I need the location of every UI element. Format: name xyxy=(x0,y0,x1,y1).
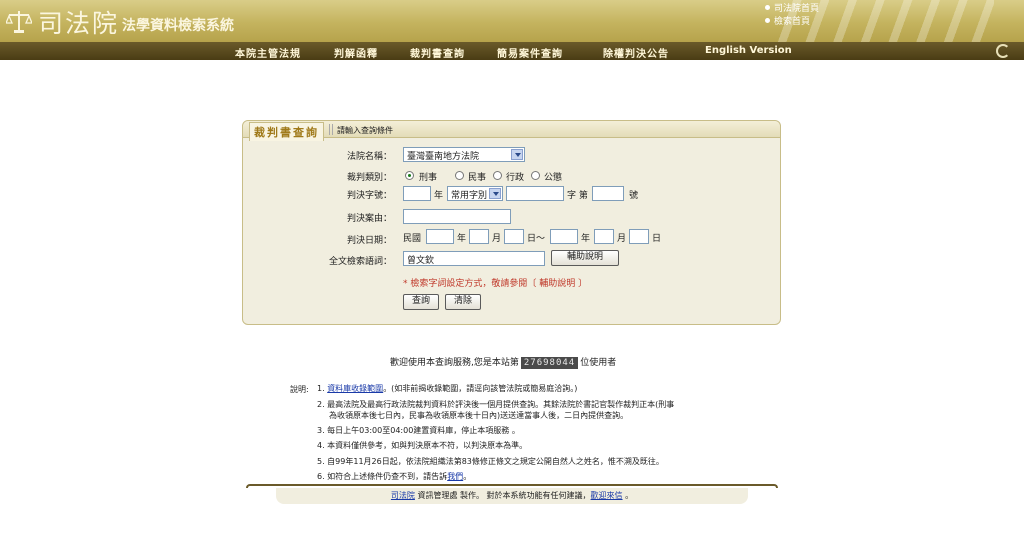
date-to-year-unit: 年 xyxy=(581,234,591,244)
category-discipline-label: 公懲 xyxy=(544,173,563,183)
panel-title: 請輸入查詢條件 xyxy=(337,126,393,135)
number-year-input[interactable] xyxy=(403,186,431,201)
category-label: 裁判類別： xyxy=(346,173,392,183)
main-nav: 本院主管法規 判解函釋 裁判書查詢 簡易案件查詢 除權判決公告 English … xyxy=(0,42,1024,60)
search-hint: * 檢索字詞設定方式，敬請參閱〔 輔助說明 〕 xyxy=(403,279,588,289)
number-word-unit: 字 第 xyxy=(567,191,588,201)
date-era: 民國 xyxy=(403,234,422,244)
date-to-year-input[interactable] xyxy=(550,229,578,244)
category-criminal-label: 刑事 xyxy=(419,173,438,183)
note-4: 4. 本資料僅供參考，如與判決原本不符，以判決原本為準。 xyxy=(317,441,528,450)
date-to-month-unit: 月 xyxy=(617,234,627,244)
counter-value: 27698044 xyxy=(520,357,579,369)
clear-button[interactable]: 清除 xyxy=(445,294,481,310)
category-radio-discipline[interactable] xyxy=(531,171,540,180)
reason-input[interactable] xyxy=(403,209,511,224)
logo-title: 司法院 xyxy=(38,9,120,38)
search-home-link[interactable]: 檢索首頁 xyxy=(765,16,819,29)
court-select[interactable]: 臺灣臺南地方法院 xyxy=(403,147,525,162)
contact-us-link[interactable]: 我們 xyxy=(447,472,463,481)
nav-item-judgment-search[interactable]: 裁判書查詢 xyxy=(410,45,465,60)
date-to-month-input[interactable] xyxy=(594,229,614,244)
date-label: 判決日期： xyxy=(346,236,392,246)
judicial-yuan-link[interactable]: 司法院 xyxy=(391,491,415,500)
date-from-year-input[interactable] xyxy=(426,229,454,244)
date-to-day-input[interactable] xyxy=(629,229,649,244)
nav-item-interpretations[interactable]: 判解函釋 xyxy=(334,45,378,60)
category-admin-label: 行政 xyxy=(506,173,525,183)
page: 司法院 法學資料檢索系統 司法院首頁 檢索首頁 本院主管法規 判解函釋 裁判書查… xyxy=(0,0,1024,542)
coverage-link[interactable]: 資料庫收錄範圍 xyxy=(327,384,383,393)
feedback-link[interactable]: 歡迎來信 xyxy=(591,491,623,500)
date-from-month-input[interactable] xyxy=(469,229,489,244)
date-from-year-unit: 年 xyxy=(457,234,467,244)
g-logo-icon xyxy=(996,44,1010,58)
date-from-day-input[interactable] xyxy=(504,229,524,244)
fulltext-label: 全文檢索語詞： xyxy=(328,257,392,267)
search-panel: 裁判書查詢 請輸入查詢條件 法院名稱： 臺灣臺南地方法院 裁判類別： 刑事 民事… xyxy=(242,120,781,325)
date-range-separator: 日～ xyxy=(527,234,546,244)
word-type-select[interactable]: 常用字別 xyxy=(447,186,503,201)
date-from-month-unit: 月 xyxy=(492,234,502,244)
category-radio-civil[interactable] xyxy=(455,171,464,180)
date-to-day-unit: 日 xyxy=(652,234,662,244)
nav-item-regulations[interactable]: 本院主管法規 xyxy=(235,45,301,60)
category-radio-criminal[interactable] xyxy=(405,171,414,180)
chevron-down-icon xyxy=(489,188,501,199)
logo-subtitle: 法學資料檢索系統 xyxy=(122,18,234,34)
number-no-input[interactable] xyxy=(592,186,624,201)
top-links: 司法院首頁 檢索首頁 xyxy=(765,3,819,29)
category-radio-admin[interactable] xyxy=(493,171,502,180)
panel-tab-judgment-search[interactable]: 裁判書查詢 xyxy=(249,122,324,141)
chevron-down-icon xyxy=(511,149,523,160)
number-no-unit: 號 xyxy=(629,191,639,201)
number-label: 判決字號： xyxy=(346,191,392,201)
note-3: 3. 每日上午03:00至04:00建置資料庫，停止本項服務 。 xyxy=(317,426,520,435)
note-6: 6. 如符合上述條件仍查不到，請告訴我們。 xyxy=(317,472,472,481)
fulltext-input[interactable]: 曾文欽 xyxy=(403,251,545,266)
note-1: 1. 資料庫收錄範圍。(如非前揭收錄範圍，請逕向該管法院或簡易庭洽詢。) xyxy=(317,384,578,393)
visitor-counter: 歡迎使用本查詢服務,您是本站第 27698044 位使用者 xyxy=(390,357,617,369)
reason-label: 判決案由： xyxy=(346,214,392,224)
court-label: 法院名稱： xyxy=(346,152,392,162)
note-5: 5. 自99年11月26日起，依法院組織法第83條修正條文之規定公開自然人之姓名… xyxy=(317,457,664,466)
bullet-icon xyxy=(765,18,770,23)
judicial-home-link[interactable]: 司法院首頁 xyxy=(765,3,819,16)
category-civil-label: 民事 xyxy=(468,173,487,183)
panel-header: 裁判書查詢 請輸入查詢條件 xyxy=(243,121,780,141)
footer-text: 司法院 資訊管理處 製作。 對於本系統功能有任何建議，歡迎來信 。 xyxy=(390,491,634,500)
nav-item-announcements[interactable]: 除權判決公告 xyxy=(603,45,669,60)
header-banner: 司法院 法學資料檢索系統 司法院首頁 檢索首頁 xyxy=(0,0,1024,42)
bullet-icon xyxy=(765,5,770,10)
note-2-line-2: 為收領原本後七日內，民事為收領原本後十日內)送送達當事人後，二日內提供查詢。 xyxy=(329,411,629,420)
help-button[interactable]: 輔助說明 xyxy=(551,250,619,266)
nav-item-simple-case[interactable]: 簡易案件查詢 xyxy=(497,45,563,60)
note-2-line-1: 2. 最高法院及最高行政法院裁判資料於評決後一個月提供查詢。其餘法院於書記官製作… xyxy=(317,400,675,409)
footer: 司法院 資訊管理處 製作。 對於本系統功能有任何建議，歡迎來信 。 xyxy=(246,484,778,506)
notes-label: 說明: xyxy=(290,385,309,394)
panel-separator xyxy=(329,124,333,135)
search-button[interactable]: 查詢 xyxy=(403,294,439,310)
number-word-input[interactable] xyxy=(506,186,564,201)
number-year-unit: 年 xyxy=(434,191,444,201)
scales-of-justice-icon xyxy=(6,11,32,33)
nav-item-english[interactable]: English Version xyxy=(705,45,792,56)
